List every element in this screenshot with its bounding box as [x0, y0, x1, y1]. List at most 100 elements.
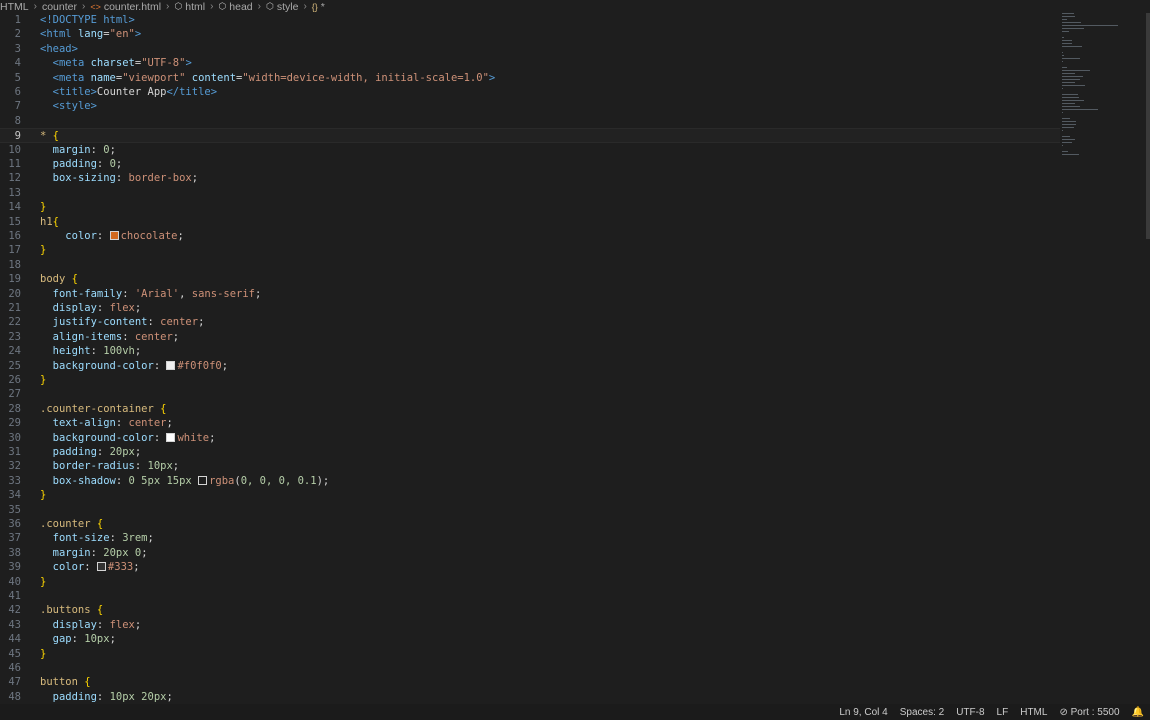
- line-number: 7: [14, 100, 21, 113]
- code-line[interactable]: 16 color: chocolate;: [0, 229, 1060, 243]
- eol-status[interactable]: LF: [997, 707, 1009, 718]
- code-line[interactable]: 32 border-radius: 10px;: [0, 459, 1060, 473]
- code-token: 3rem: [122, 532, 148, 545]
- code-line[interactable]: 25 background-color: #f0f0f0;: [0, 359, 1060, 373]
- code-line[interactable]: 20 font-family: 'Arial', sans-serif;: [0, 287, 1060, 301]
- code-token: .counter: [40, 518, 97, 530]
- code-token: font-family: [52, 287, 123, 300]
- encoding-status[interactable]: UTF-8: [956, 707, 984, 718]
- code-token: <style>: [52, 100, 97, 113]
- code-line[interactable]: 36 .counter {: [0, 517, 1060, 531]
- code-token: <html: [40, 28, 78, 41]
- line-code: padding: 20px;: [40, 445, 142, 459]
- code-line[interactable]: 28 .counter-container {: [0, 402, 1060, 416]
- breadcrumb-item-html-element[interactable]: ⬡ html: [174, 1, 205, 13]
- code-line[interactable]: 43 display: flex;: [0, 618, 1060, 632]
- code-line[interactable]: 23 align-items: center;: [0, 330, 1060, 344]
- code-line[interactable]: 44 gap: 10px;: [0, 632, 1060, 646]
- cursor-position-status[interactable]: Ln 9, Col 4: [839, 707, 887, 718]
- code-line[interactable]: 31 padding: 20px;: [0, 445, 1060, 459]
- code-line[interactable]: 15 h1{: [0, 215, 1060, 229]
- code-line[interactable]: 48 padding: 10px 20px;: [0, 690, 1060, 704]
- color-swatch-icon[interactable]: [166, 432, 176, 442]
- code-token: >: [185, 57, 192, 70]
- line-code: padding: 0;: [40, 157, 123, 171]
- minimap[interactable]: [1060, 13, 1120, 163]
- color-swatch-icon[interactable]: [109, 231, 119, 240]
- line-number: 39: [8, 561, 21, 574]
- code-line[interactable]: 46: [0, 661, 1060, 675]
- code-token: ;: [191, 172, 199, 185]
- code-line[interactable]: 45}: [0, 647, 1060, 661]
- code-line[interactable]: 34}: [0, 488, 1060, 502]
- line-code: }: [40, 243, 46, 257]
- code-line[interactable]: 18: [0, 258, 1060, 272]
- code-line[interactable]: 40}: [0, 575, 1060, 589]
- code-line[interactable]: 30 background-color: white;: [0, 431, 1060, 445]
- code-line[interactable]: 38 margin: 20px 0;: [0, 546, 1060, 560]
- line-code: font-size: 3rem;: [40, 531, 154, 545]
- breadcrumb-item-selector[interactable]: {} *: [312, 1, 325, 13]
- code-token: content: [191, 71, 237, 84]
- line-code: gap: 10px;: [40, 632, 116, 646]
- code-line[interactable]: 26}: [0, 373, 1060, 387]
- code-line[interactable]: 35: [0, 503, 1060, 517]
- breadcrumb-item-html-folder[interactable]: HTML: [0, 1, 29, 13]
- code-line[interactable]: 19 body {: [0, 272, 1060, 286]
- code-line[interactable]: 29 text-align: center;: [0, 416, 1060, 430]
- breadcrumb-item-head-element[interactable]: ⬡ head: [218, 1, 252, 13]
- code-line[interactable]: 8: [0, 114, 1060, 128]
- indentation-status[interactable]: Spaces: 2: [900, 707, 944, 718]
- code-line[interactable]: 41: [0, 589, 1060, 603]
- code-line[interactable]: 2 <html lang="en">: [0, 27, 1060, 41]
- code-line[interactable]: 27: [0, 387, 1060, 401]
- code-token: margin: [52, 143, 91, 156]
- code-line[interactable]: 47 button {: [0, 675, 1060, 689]
- code-line[interactable]: 21 display: flex;: [0, 301, 1060, 315]
- code-line[interactable]: 12 box-sizing: border-box;: [0, 171, 1060, 185]
- line-number: 27: [8, 388, 21, 401]
- code-line[interactable]: 37 font-size: 3rem;: [0, 531, 1060, 545]
- line-code: padding: 10px 20px;: [40, 690, 173, 704]
- code-line[interactable]: 10 margin: 0;: [0, 143, 1060, 157]
- code-line[interactable]: 24 height: 100vh;: [0, 344, 1060, 358]
- code-line[interactable]: 17}: [0, 243, 1060, 257]
- code-line[interactable]: 39 color: #333;: [0, 560, 1060, 574]
- code-line[interactable]: 5 <meta name="viewport" content="width=d…: [0, 71, 1060, 85]
- color-swatch-icon[interactable]: [96, 562, 106, 572]
- code-token: ;: [134, 446, 142, 458]
- code-token: ;: [198, 316, 205, 329]
- code-token: *: [40, 130, 53, 143]
- notifications-bell-icon[interactable]: 🔔: [1132, 707, 1144, 718]
- color-swatch-icon[interactable]: [166, 360, 176, 370]
- color-swatch-icon[interactable]: [198, 475, 208, 485]
- line-code: <meta name="viewport" content="width=dev…: [40, 71, 496, 85]
- breadcrumb-item-counter-folder[interactable]: counter: [42, 1, 77, 13]
- code-line[interactable]: 33 box-shadow: 0 5px 15px rgba(0, 0, 0, …: [0, 474, 1060, 488]
- code-token: ;: [133, 561, 140, 574]
- code-line[interactable]: 3 <head>: [0, 42, 1060, 56]
- code-line[interactable]: 22 justify-content: center;: [0, 315, 1060, 329]
- code-line[interactable]: 13: [0, 186, 1060, 200]
- code-line[interactable]: 11 padding: 0;: [0, 157, 1060, 171]
- code-token: ;: [141, 546, 148, 559]
- vertical-scrollbar[interactable]: [1146, 13, 1150, 239]
- breadcrumb-item-style-element[interactable]: ⬡ style: [266, 1, 298, 13]
- code-token: {: [52, 215, 59, 228]
- language-mode-status[interactable]: HTML: [1020, 707, 1047, 718]
- code-editor[interactable]: 1 <!DOCTYPE html> 2 <html lang="en"> 3 <head>…: [0, 13, 1150, 704]
- live-server-status[interactable]: ⊘ Port : 5500: [1059, 707, 1119, 718]
- breadcrumb-item-file[interactable]: <> counter.html: [90, 1, 161, 13]
- minimap-line: [1062, 139, 1075, 140]
- code-line[interactable]: 42 .buttons {: [0, 603, 1060, 617]
- line-code: .counter {: [40, 517, 103, 531]
- code-line[interactable]: 9 * {: [0, 128, 1060, 143]
- minimap-line: [1062, 118, 1070, 119]
- code-line[interactable]: 7 <style>: [0, 99, 1060, 113]
- code-line[interactable]: 14}: [0, 200, 1060, 214]
- code-line[interactable]: 1 <!DOCTYPE html>: [0, 13, 1060, 27]
- code-token: >: [134, 28, 142, 41]
- code-line[interactable]: 4 <meta charset="UTF-8">: [0, 56, 1060, 70]
- code-line[interactable]: 6 <title>Counter App</title>: [0, 85, 1060, 99]
